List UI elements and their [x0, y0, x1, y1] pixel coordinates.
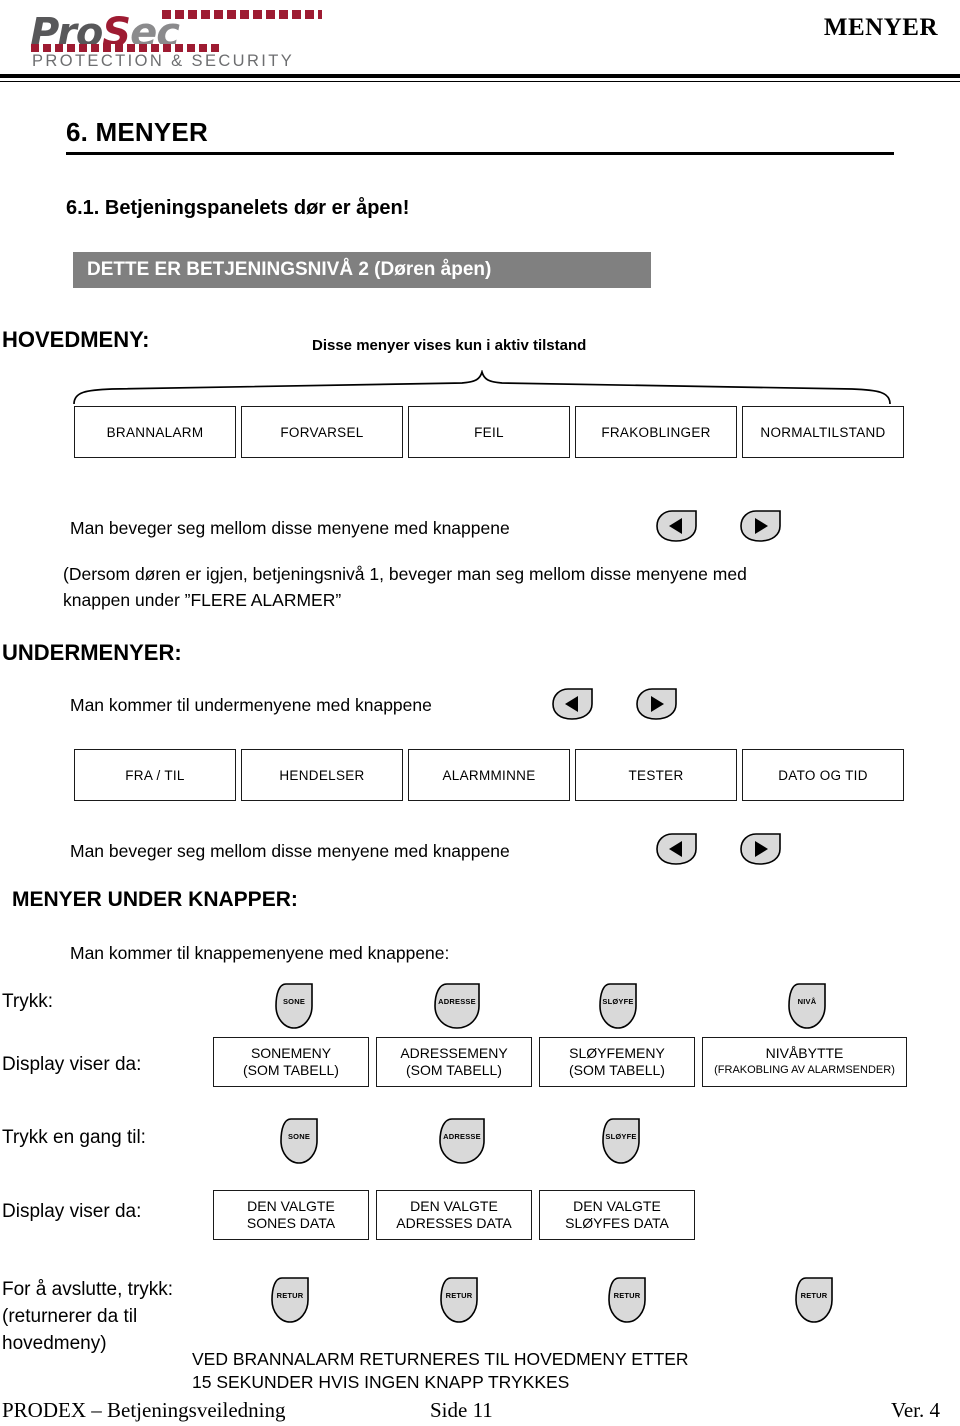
push-button-sone[interactable]: SONE: [276, 1117, 322, 1165]
page-header: ProSec PROTECTION & SECURITY MENYER: [0, 0, 960, 86]
page-title: 6. MENYER: [66, 117, 208, 147]
main-menu-item-feil[interactable]: FEIL: [408, 406, 570, 458]
display-box-sones-data: DEN VALGTE SONES DATA: [213, 1190, 369, 1240]
sub-menu-item-tester[interactable]: TESTER: [575, 749, 737, 801]
main-menu-item-normaltilstand[interactable]: NORMALTILSTAND: [742, 406, 904, 458]
display-line-2: (SOM TABELL): [243, 1062, 339, 1078]
logo-dashes-bottom-icon: [31, 44, 221, 52]
display-box-sloyfemeny: SLØYFEMENY (SOM TABELL): [539, 1037, 695, 1087]
display-line-1: NIVÅBYTTE: [765, 1045, 844, 1061]
level-banner: DETTE ER BETJENINGSNIVÅ 2 (Døren åpen): [73, 252, 651, 288]
note-active-state: Disse menyer vises kun i aktiv tilstand: [312, 337, 587, 354]
curly-brace-icon: [72, 368, 892, 406]
label-menyer-under-knapper: MENYER UNDER KNAPPER:: [12, 888, 298, 911]
display-line-2: (FRAKOBLING AV ALARMSENDER): [714, 1064, 895, 1076]
display-line-1: ADRESSEMENY: [400, 1045, 508, 1061]
display-box-sloyfes-data: DEN VALGTE SLØYFES DATA: [539, 1190, 695, 1240]
arrow-left-icon[interactable]: [655, 833, 699, 865]
display-box-sonemeny: SONEMENY (SOM TABELL): [213, 1037, 369, 1087]
main-menu-item-forvarsel[interactable]: FORVARSEL: [241, 406, 403, 458]
header-title: MENYER: [823, 14, 938, 41]
arrow-left-icon[interactable]: [551, 688, 595, 720]
prosec-logo: ProSec PROTECTION & SECURITY: [22, 6, 322, 70]
push-button-adresse[interactable]: ADRESSE: [434, 1117, 490, 1165]
push-button-retur[interactable]: RETUR: [604, 1276, 650, 1324]
header-divider-thick: [0, 74, 960, 78]
arrow-right-icon[interactable]: [739, 833, 783, 865]
main-menu-item-frakoblinger[interactable]: FRAKOBLINGER: [575, 406, 737, 458]
push-button-retur[interactable]: RETUR: [436, 1276, 482, 1324]
label-display-viser-da-1: Display viser da:: [2, 1054, 142, 1075]
logo-tagline: PROTECTION & SECURITY: [32, 52, 295, 70]
label-trykk-en-gang-til: Trykk en gang til:: [2, 1127, 146, 1148]
display-box-nivabytte: NIVÅBYTTE (FRAKOBLING AV ALARMSENDER): [702, 1037, 907, 1087]
subsection-title: 6.1. Betjeningspanelets dør er åpen!: [66, 197, 410, 219]
text-access-button-menus: Man kommer til knappemenyene med knappen…: [70, 943, 450, 963]
push-button-sloyfe[interactable]: SLØYFE: [598, 1117, 644, 1165]
display-line-1: DEN VALGTE: [247, 1198, 335, 1214]
display-line-2: ADRESSES DATA: [396, 1215, 512, 1231]
sub-menu-item-hendelser[interactable]: HENDELSER: [241, 749, 403, 801]
footer-note-brannalarm: VED BRANNALARM RETURNERES TIL HOVEDMENY …: [192, 1349, 689, 1392]
arrow-right-icon[interactable]: [635, 688, 679, 720]
display-line-1: DEN VALGTE: [410, 1198, 498, 1214]
page-title-underline: [66, 152, 894, 155]
push-button-sloyfe[interactable]: SLØYFE: [595, 982, 641, 1030]
footer-version: Ver. 4: [891, 1398, 940, 1422]
label-display-viser-da-2: Display viser da:: [2, 1201, 142, 1222]
footer-page-number: Side 11: [430, 1398, 493, 1422]
arrow-right-icon[interactable]: [739, 510, 783, 542]
label-hovedmeny: HOVEDMENY:: [2, 327, 150, 352]
text-access-submenus: Man kommer til undermenyene med knappene: [70, 695, 432, 715]
label-undermenyer: UNDERMENYER:: [2, 640, 182, 665]
header-divider-thin: [0, 81, 960, 82]
display-line-1: DEN VALGTE: [573, 1198, 661, 1214]
push-button-adresse[interactable]: ADRESSE: [429, 982, 485, 1030]
label-for-a-avslutte: For å avslutte, trykk: (returnerer da ti…: [2, 1279, 174, 1354]
display-box-adressemeny: ADRESSEMENY (SOM TABELL): [376, 1037, 532, 1087]
push-button-retur[interactable]: RETUR: [791, 1276, 837, 1324]
main-menu-item-brannalarm[interactable]: BRANNALARM: [74, 406, 236, 458]
sub-menu-item-fra-til[interactable]: FRA / TIL: [74, 749, 236, 801]
display-line-2: SLØYFES DATA: [565, 1215, 669, 1231]
display-box-adresses-data: DEN VALGTE ADRESSES DATA: [376, 1190, 532, 1240]
label-trykk: Trykk:: [2, 991, 54, 1012]
main-menu-row: BRANNALARM FORVARSEL FEIL FRAKOBLINGER N…: [74, 406, 909, 458]
push-button-niva[interactable]: NIVÅ: [784, 982, 830, 1030]
sub-menu-row: FRA / TIL HENDELSER ALARMMINNE TESTER DA…: [74, 749, 909, 801]
footer-left: PRODEX – Betjeningsveiledning: [2, 1398, 286, 1422]
display-line-2: (SOM TABELL): [406, 1062, 502, 1078]
push-button-sone[interactable]: SONE: [271, 982, 317, 1030]
text-move-main-menu: Man beveger seg mellom disse menyene med…: [70, 518, 510, 538]
logo-dashes-top-icon: [162, 10, 322, 19]
text-door-closed-note: (Dersom døren er igjen, betjeningsnivå 1…: [63, 564, 747, 610]
text-move-sub-menu: Man beveger seg mellom disse menyene med…: [70, 841, 510, 861]
arrow-left-icon[interactable]: [655, 510, 699, 542]
display-line-2: SONES DATA: [246, 1215, 336, 1231]
push-button-retur[interactable]: RETUR: [267, 1276, 313, 1324]
display-line-1: SONEMENY: [250, 1045, 332, 1061]
display-line-1: SLØYFEMENY: [569, 1045, 665, 1061]
sub-menu-item-dato-og-tid[interactable]: DATO OG TID: [742, 749, 904, 801]
display-line-2: (SOM TABELL): [569, 1062, 665, 1078]
sub-menu-item-alarmminne[interactable]: ALARMMINNE: [408, 749, 570, 801]
